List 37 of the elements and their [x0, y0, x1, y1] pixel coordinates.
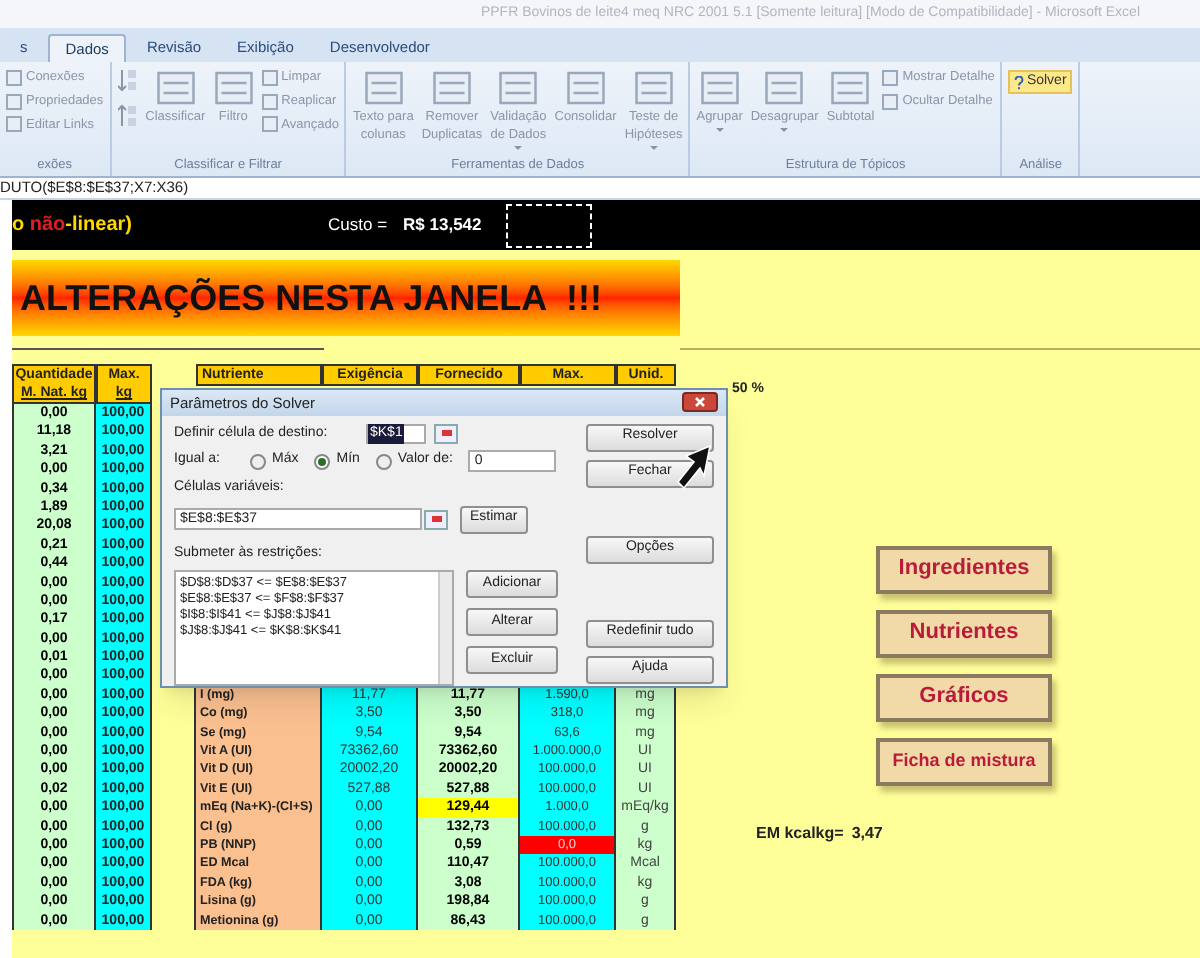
- selected-cell[interactable]: [505, 203, 592, 247]
- em-value: 3,47: [851, 821, 883, 845]
- scrollbar[interactable]: [438, 572, 452, 684]
- collapse-dialog-icon[interactable]: [424, 509, 448, 529]
- ribbon-tool-icon: [633, 68, 674, 108]
- radio-button[interactable]: [375, 453, 392, 469]
- nav-button[interactable]: Ficha de mistura: [876, 737, 1052, 785]
- ribbon-tool-icon: [363, 68, 404, 108]
- cost-value: R$ 13,542: [403, 212, 482, 238]
- sort-ascending-icon[interactable]: [117, 68, 138, 92]
- ribbon-tool-icon: [565, 68, 606, 108]
- banner-text: ALTERAÇÕES NESTA JANELA !!!: [20, 275, 602, 322]
- ribbon-tool-icon: [830, 68, 871, 108]
- ribbon-tool-icon: [155, 68, 196, 108]
- nav-button[interactable]: Nutrientes: [876, 609, 1052, 657]
- radio-button[interactable]: [250, 453, 266, 469]
- nav-button[interactable]: Ingredientes: [876, 545, 1052, 593]
- radio-button[interactable]: [314, 453, 331, 469]
- ribbon-tool-icon: [498, 68, 539, 108]
- question-mark-icon: [1014, 75, 1025, 89]
- collapse-dialog-icon[interactable]: [434, 423, 458, 444]
- ribbon-tool-icon: [764, 68, 805, 108]
- sort-descending-icon[interactable]: [117, 104, 138, 128]
- ribbon-tool-icon: [699, 68, 740, 108]
- dropdown-caret-icon: [514, 146, 523, 150]
- ribbon-tool-icon: [213, 68, 254, 108]
- mouse-pointer-icon: [674, 443, 714, 491]
- sheet-title: o não-linear): [12, 212, 135, 240]
- em-label: EM kcalkg=: [756, 821, 844, 845]
- nav-button[interactable]: Gráficos: [876, 673, 1052, 721]
- dropdown-caret-icon: [649, 146, 658, 150]
- close-icon: [694, 396, 706, 409]
- close-button[interactable]: [682, 392, 718, 413]
- ribbon-tool-icon: [431, 68, 472, 108]
- cost-label: Custo =: [328, 212, 388, 238]
- dropdown-caret-icon: [715, 128, 724, 132]
- dropdown-caret-icon: [780, 128, 789, 132]
